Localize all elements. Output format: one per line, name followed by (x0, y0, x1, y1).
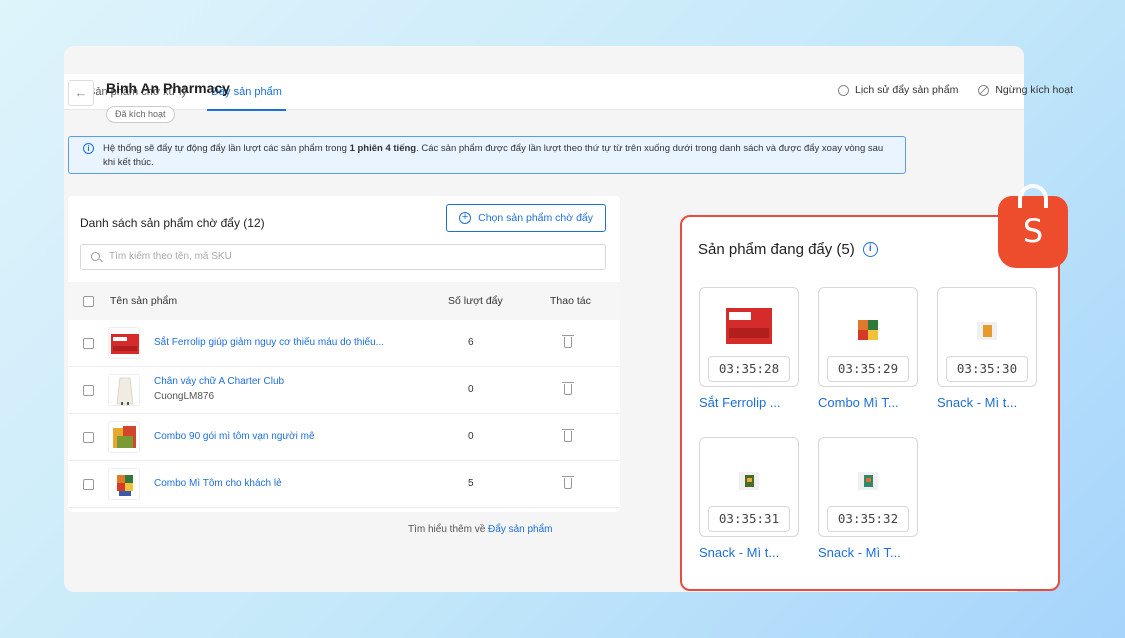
back-button[interactable]: ← (68, 80, 94, 106)
trash-icon[interactable] (562, 333, 574, 349)
logo-letter: S (1022, 212, 1044, 250)
history-button[interactable]: Lịch sử đẩy sản phẩm (837, 84, 959, 96)
row-checkbox[interactable] (83, 338, 94, 349)
pushing-product-name[interactable]: Snack - Mì T... (818, 545, 901, 560)
product-name-link[interactable]: Sắt Ferrolip giúp giảm nguy cơ thiếu máu… (154, 337, 384, 348)
product-thumbnail (858, 320, 878, 340)
row-checkbox[interactable] (83, 385, 94, 396)
bag-handle-icon (1018, 184, 1048, 208)
pushing-product-tile[interactable]: 03:35:31 (699, 437, 799, 537)
table-row: Combo 90 gói mì tôm vạn người mê 0 (68, 414, 620, 461)
product-thumbnail (977, 322, 997, 340)
plus-circle-icon: + (459, 212, 472, 224)
row-checkbox[interactable] (83, 432, 94, 443)
pushing-title: Sản phẩm đang đẩy (5) i (698, 241, 878, 258)
product-thumbnail (108, 327, 140, 359)
pushing-product-tile[interactable]: 03:35:30 (937, 287, 1037, 387)
push-count: 6 (468, 337, 474, 348)
table-row: Chân váy chữ A Charter Club CuongLM876 0 (68, 367, 620, 414)
pushing-product-tile[interactable]: 03:35:29 (818, 287, 918, 387)
product-name-link[interactable]: Chân váy chữ A Charter Club (154, 376, 284, 387)
header-actions: Lịch sử đẩy sản phẩm Ngừng kích hoạt (837, 84, 1073, 96)
info-icon[interactable]: i (862, 242, 878, 257)
table-row: Combo Mì Tôm cho khách lẻ 5 (68, 461, 620, 508)
pushing-product-name[interactable]: Snack - Mì t... (937, 395, 1017, 410)
countdown-timer: 03:35:31 (708, 506, 790, 532)
trash-icon[interactable] (562, 427, 574, 443)
product-name-link[interactable]: Combo Mì Tôm cho khách lẻ (154, 478, 282, 489)
deactivate-button[interactable]: Ngừng kích hoạt (978, 84, 1073, 96)
pushing-product-name[interactable]: Combo Mì T... (818, 395, 899, 410)
pending-list-panel: Danh sách sản phẩm chờ đẩy (12) + Chọn s… (68, 196, 620, 512)
select-all-checkbox[interactable] (83, 296, 94, 307)
search-placeholder: Tìm kiếm theo tên, mã SKU (109, 251, 232, 262)
product-thumbnail (108, 421, 140, 453)
push-count: 0 (468, 431, 474, 442)
footer-text: Tìm hiểu thêm về (408, 524, 489, 535)
pushing-product-name[interactable]: Sắt Ferrolip ... (699, 395, 781, 410)
countdown-timer: 03:35:30 (946, 356, 1028, 382)
pushing-product-tile[interactable]: 03:35:32 (818, 437, 918, 537)
countdown-timer: 03:35:28 (708, 356, 790, 382)
column-header-name: Tên sản phẩm (110, 295, 178, 307)
choose-products-label: Chọn sản phẩm chờ đẩy (478, 212, 593, 224)
pushing-product-name[interactable]: Snack - Mì t... (699, 545, 779, 560)
status-badge: Đã kích hoạt (106, 106, 175, 123)
product-thumbnail (108, 468, 140, 500)
trash-icon[interactable] (562, 380, 574, 396)
push-count: 5 (468, 478, 474, 489)
banner-text-bold: 1 phiên 4 tiếng (349, 143, 417, 154)
info-banner: i Hệ thống sẽ đẩy tự động đẩy lần lượt c… (68, 136, 906, 174)
column-header-action: Thao tác (550, 295, 591, 307)
history-icon (837, 84, 849, 96)
table-header: Tên sản phẩm Số lượt đẩy Thao tác (68, 282, 620, 320)
footer-note: Tìm hiểu thêm về Đẩy sản phẩm (408, 524, 553, 535)
countdown-timer: 03:35:32 (827, 506, 909, 532)
product-name-link[interactable]: Combo 90 gói mì tôm vạn người mê (154, 431, 315, 442)
product-thumbnail (108, 374, 140, 406)
trash-icon[interactable] (562, 474, 574, 490)
pushing-title-label: Sản phẩm đang đẩy (5) (698, 241, 855, 258)
row-checkbox[interactable] (83, 479, 94, 490)
pushing-product-tile[interactable]: 03:35:28 (699, 287, 799, 387)
search-icon (91, 252, 100, 261)
product-thumbnail (739, 472, 759, 490)
deactivate-label: Ngừng kích hoạt (995, 84, 1073, 96)
product-thumbnail (858, 472, 878, 490)
list-title: Danh sách sản phẩm chờ đẩy (12) (80, 216, 265, 230)
shop-name: Binh An Pharmacy (106, 80, 230, 96)
pushing-products-panel: Sản phẩm đang đẩy (5) i 03:35:28 03:35:2… (680, 215, 1060, 591)
search-input[interactable]: Tìm kiếm theo tên, mã SKU (80, 244, 606, 270)
choose-products-button[interactable]: + Chọn sản phẩm chờ đẩy (446, 204, 606, 232)
ban-icon (978, 84, 990, 96)
product-thumbnail (726, 308, 772, 344)
arrow-left-icon: ← (74, 85, 88, 100)
push-count: 0 (468, 384, 474, 395)
learn-more-link[interactable]: Đẩy sản phẩm (488, 524, 552, 535)
column-header-count: Số lượt đẩy (448, 295, 503, 307)
shopee-logo: S (998, 184, 1068, 268)
product-sku: CuongLM876 (154, 391, 215, 402)
info-icon: i (83, 143, 94, 154)
countdown-timer: 03:35:29 (827, 356, 909, 382)
banner-text-before: Hệ thống sẽ đẩy tự động đẩy lần lượt các… (103, 143, 350, 154)
table-row: Sắt Ferrolip giúp giảm nguy cơ thiếu máu… (68, 320, 620, 367)
history-label: Lịch sử đẩy sản phẩm (854, 84, 959, 96)
